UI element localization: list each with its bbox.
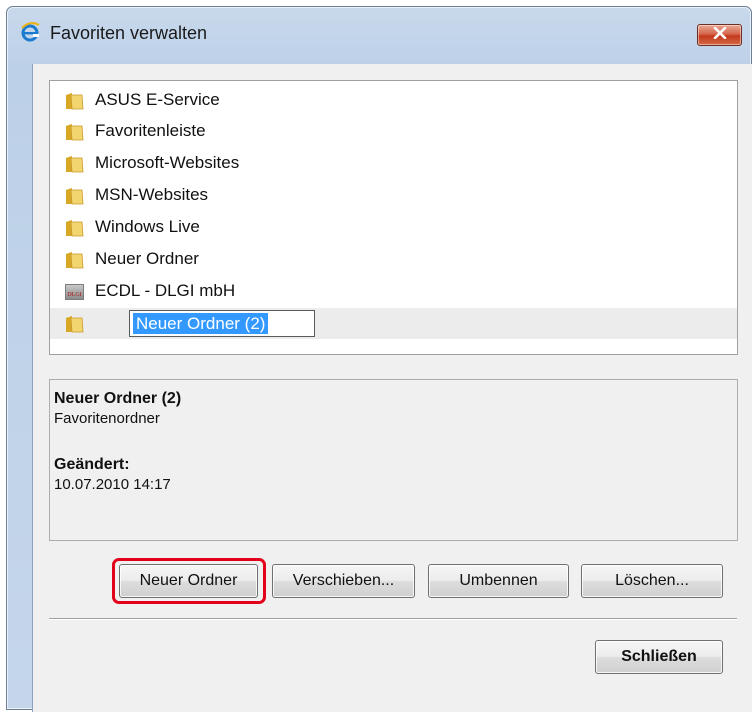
- details-modified-value: 10.07.2010 14:17: [54, 476, 171, 493]
- list-item[interactable]: MSN-Websites: [50, 180, 737, 211]
- folder-icon: [65, 219, 84, 237]
- folder-icon: [65, 251, 84, 269]
- details-item-type: Favoritenordner: [54, 410, 160, 427]
- rename-input-value: Neuer Ordner (2): [133, 313, 269, 334]
- list-item[interactable]: Neuer Ordner: [50, 244, 737, 275]
- details-item-name: Neuer Ordner (2): [54, 390, 182, 407]
- move-button[interactable]: Verschieben...: [272, 564, 415, 598]
- internet-explorer-icon: [20, 22, 40, 42]
- list-item-label: Microsoft-Websites: [95, 153, 240, 172]
- delete-button[interactable]: Löschen...: [581, 564, 723, 598]
- list-item[interactable]: Microsoft-Websites: [50, 148, 737, 179]
- close-icon: [713, 26, 727, 44]
- folder-icon: [65, 92, 84, 110]
- favorites-list[interactable]: ASUS E-Service Favoritenleiste Microsoft…: [49, 80, 738, 355]
- list-item[interactable]: DLGI ECDL - DLGI mbH: [50, 276, 737, 307]
- folder-icon: [65, 187, 84, 205]
- separator: [49, 618, 737, 620]
- details-panel: Neuer Ordner (2) Favoritenordner Geänder…: [49, 379, 738, 541]
- list-item-label: MSN-Websites: [95, 185, 209, 204]
- list-item[interactable]: Favoritenleiste: [50, 116, 737, 147]
- folder-icon: [65, 315, 84, 333]
- list-item-label: Windows Live: [95, 217, 200, 236]
- list-item-label: ASUS E-Service: [95, 90, 220, 109]
- list-item-selected[interactable]: Neuer Ordner (2): [50, 308, 737, 339]
- highlight-frame: [112, 558, 266, 604]
- list-item[interactable]: Windows Live: [50, 212, 737, 243]
- dlgi-favicon-icon: DLGI: [65, 284, 84, 300]
- close-window-button[interactable]: [697, 24, 742, 46]
- folder-icon: [65, 155, 84, 173]
- list-item-label: Neuer Ordner: [95, 249, 199, 268]
- list-item-label: ECDL - DLGI mbH: [95, 281, 236, 300]
- rename-button[interactable]: Umbennen: [428, 564, 569, 598]
- rename-input[interactable]: Neuer Ordner (2): [129, 310, 315, 337]
- title-bar[interactable]: Favoriten verwalten: [0, 0, 752, 43]
- window-title: Favoriten verwalten: [50, 23, 208, 43]
- list-item-label: Favoritenleiste: [95, 121, 206, 140]
- list-item[interactable]: ASUS E-Service: [50, 85, 737, 116]
- details-modified-label: Geändert:: [54, 456, 130, 473]
- folder-icon: [65, 123, 84, 141]
- close-button[interactable]: Schließen: [595, 640, 723, 674]
